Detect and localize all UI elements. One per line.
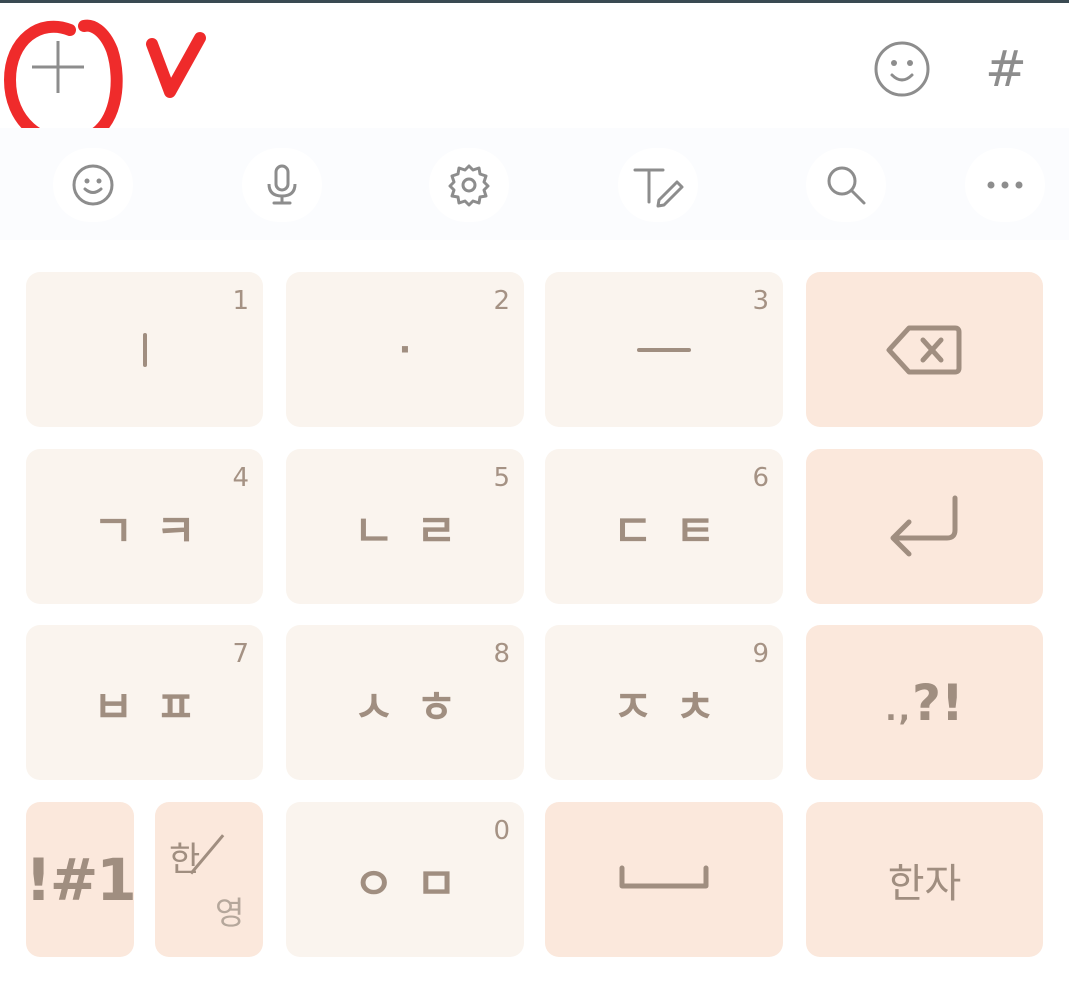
key-label: ㅅㅎ xyxy=(353,681,479,733)
language-switch-key[interactable]: 한 영 xyxy=(155,802,263,957)
key-4[interactable]: 4 ㄱㅋ xyxy=(26,449,263,604)
key-label: ㄷㅌ xyxy=(612,505,738,557)
language-switch-label: 한 영 xyxy=(155,802,263,957)
korean-label: 한 xyxy=(169,840,201,880)
key-number: 0 xyxy=(493,816,510,846)
key-9[interactable]: 9 ㅈㅊ xyxy=(545,625,783,780)
backspace-icon xyxy=(886,325,961,374)
key-label: ㅈㅊ xyxy=(612,681,738,733)
search-button[interactable] xyxy=(806,148,886,222)
key-2[interactable]: 2 · xyxy=(286,272,524,427)
key-7[interactable]: 7 ㅂㅍ xyxy=(26,625,263,780)
hanja-key[interactable]: 한자 xyxy=(806,802,1043,957)
backspace-key[interactable] xyxy=(806,272,1043,427)
key-number: 2 xyxy=(493,286,510,316)
more-button[interactable] xyxy=(965,148,1045,222)
punctuation-label: .,?! xyxy=(885,673,964,732)
text-edit-button[interactable] xyxy=(618,148,698,222)
search-icon xyxy=(827,166,866,205)
emoji-button[interactable] xyxy=(53,148,133,222)
key-label: ㄱㅋ xyxy=(93,505,218,557)
key-label: ㅂㅍ xyxy=(93,681,218,733)
key-number: 1 xyxy=(232,286,249,316)
hanja-label: 한자 xyxy=(887,860,962,907)
emoji-icon xyxy=(72,164,114,206)
punctuation-key[interactable]: .,?! xyxy=(806,625,1043,780)
settings-gear-icon xyxy=(448,164,490,207)
key-8[interactable]: 8 ㅅㅎ xyxy=(286,625,524,780)
key-3[interactable]: 3 xyxy=(545,272,783,427)
key-5[interactable]: 5 ㄴㄹ xyxy=(286,449,524,604)
text-edit-icon xyxy=(633,168,684,208)
key-label: · xyxy=(398,329,412,370)
key-number: 5 xyxy=(493,463,510,493)
key-number: 8 xyxy=(493,639,510,669)
more-icon xyxy=(987,181,1023,189)
plus-icon[interactable] xyxy=(22,31,94,103)
key-label: ㅇㅁ xyxy=(353,858,479,910)
symbols-key[interactable]: !#1 xyxy=(25,802,137,957)
enter-icon xyxy=(890,495,957,556)
keyboard: 1 2 · 3 4 ㄱㅋ 5 ㄴㄹ 6 ㄷㅌ 7 ㅂㅍ 8 ㅅㅎ 9 ㅈㅊ .,… xyxy=(0,240,1069,990)
space-icon xyxy=(619,865,709,888)
key-number: 9 xyxy=(752,639,769,669)
key-number: 7 xyxy=(232,639,249,669)
hashtag-button[interactable]: # xyxy=(978,39,1034,99)
key-number: 4 xyxy=(232,463,249,493)
emoji-icon[interactable] xyxy=(872,39,932,99)
key-1[interactable]: 1 xyxy=(26,272,263,427)
english-label: 영 xyxy=(215,894,245,932)
input-row: # xyxy=(0,3,1069,128)
key-number: 3 xyxy=(752,286,769,316)
space-key[interactable] xyxy=(545,802,783,957)
microphone-icon xyxy=(267,164,297,205)
voice-input-button[interactable] xyxy=(242,148,322,222)
key-number: 6 xyxy=(752,463,769,493)
key-label: ㄴㄹ xyxy=(353,505,479,557)
enter-key[interactable] xyxy=(806,449,1043,604)
key-vowel-i xyxy=(142,332,147,367)
key-0[interactable]: 0 ㅇㅁ xyxy=(286,802,524,957)
settings-button[interactable] xyxy=(429,148,509,222)
symbols-label: !#1 xyxy=(25,845,136,914)
keyboard-toolbar xyxy=(0,128,1069,240)
key-vowel-eu xyxy=(637,347,691,352)
key-6[interactable]: 6 ㄷㅌ xyxy=(545,449,783,604)
